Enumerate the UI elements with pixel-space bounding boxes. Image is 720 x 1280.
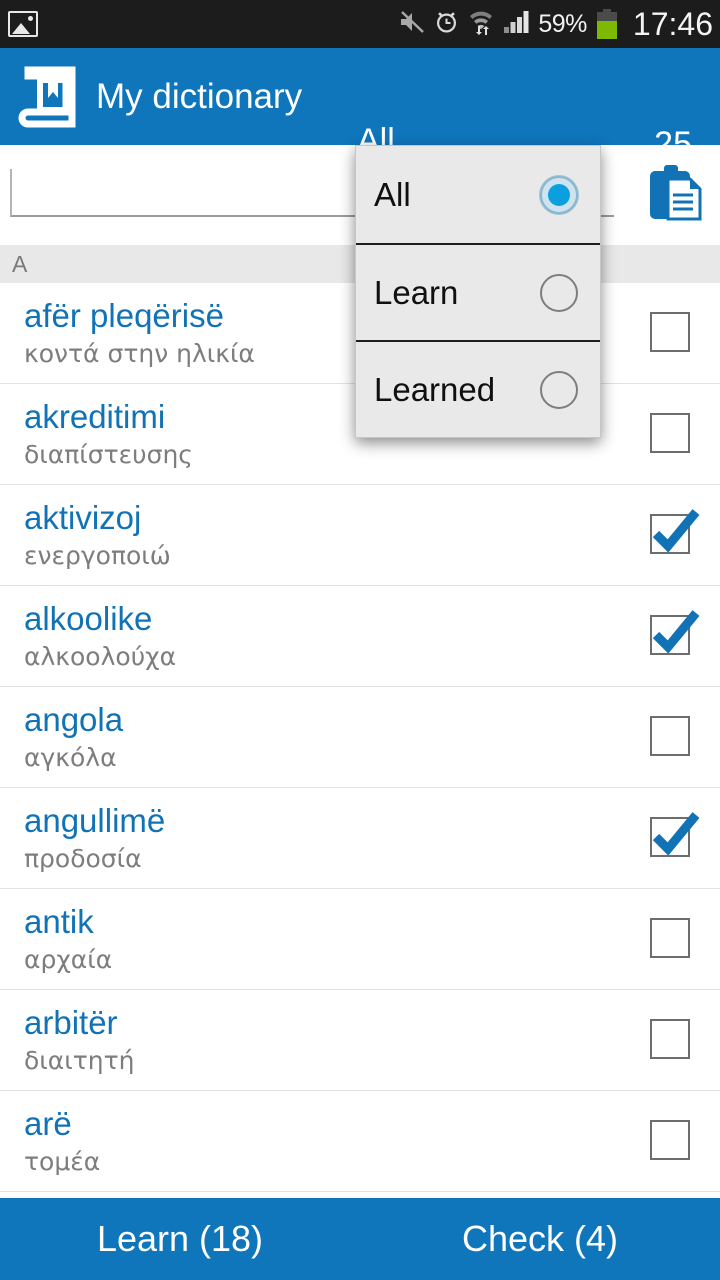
word-checkbox[interactable] [650, 716, 692, 758]
word-entry-texts: antik αρχαία [0, 902, 600, 976]
word-translation: τομέα [24, 1147, 101, 1176]
filter-option-label: All [374, 175, 411, 213]
mute-icon [399, 10, 425, 39]
list-item[interactable]: alkoolike αλκοολούχα [0, 586, 720, 687]
list-item[interactable]: antik αρχαία [0, 889, 720, 990]
radio-button-icon[interactable] [540, 273, 578, 312]
list-item[interactable]: angola αγκόλα [0, 687, 720, 788]
word-term: aktivizoj [24, 499, 142, 536]
battery-icon [596, 9, 617, 39]
checkmark-icon [648, 809, 702, 859]
filter-option-learned[interactable]: Learned [356, 340, 600, 437]
filter-option-all[interactable]: All [356, 146, 600, 243]
filter-option-label: Learn [374, 273, 459, 311]
word-entry-texts: aktivizoj ενεργοποιώ [0, 498, 600, 572]
checkmark-icon [648, 607, 702, 657]
filter-option-label: Learned [374, 370, 496, 408]
filter-option-learn[interactable]: Learn [356, 243, 600, 340]
bottom-bar: Learn (18) Check (4) [0, 1198, 720, 1280]
word-checkbox[interactable] [650, 413, 692, 455]
list-item[interactable]: arë τομέα [0, 1091, 720, 1192]
status-bar-right: 59% 17:46 [399, 6, 720, 43]
word-checkbox[interactable] [650, 312, 692, 354]
learn-button[interactable]: Learn (18) [0, 1218, 360, 1260]
action-bar: My dictionary All 25 [0, 48, 720, 180]
word-checkbox[interactable] [650, 610, 700, 657]
word-checkbox[interactable] [650, 1120, 692, 1162]
list-item[interactable]: arbitër διαιτητή [0, 990, 720, 1091]
word-entry-texts: arbitër διαιτητή [0, 1003, 600, 1077]
filter-dropdown-menu[interactable]: All Learn Learned [355, 145, 601, 438]
page-title: My dictionary [96, 76, 303, 116]
word-term: angola [24, 701, 124, 738]
word-term: angullimë [24, 802, 166, 839]
section-header-letter: A [12, 250, 28, 277]
check-button[interactable]: Check (4) [360, 1218, 720, 1260]
word-checkbox[interactable] [650, 918, 692, 960]
signal-bars-icon [503, 10, 529, 39]
word-term: arë [24, 1105, 72, 1142]
word-checkbox[interactable] [650, 509, 700, 556]
word-translation: διαπίστευσης [24, 440, 193, 469]
radio-button-icon[interactable] [540, 370, 578, 409]
checkmark-icon [648, 506, 702, 556]
list-item[interactable]: aktivizoj ενεργοποιώ [0, 485, 720, 586]
word-translation: αρχαία [24, 945, 113, 974]
status-bar-clock: 17:46 [632, 5, 713, 42]
word-checkbox[interactable] [650, 1019, 692, 1061]
word-term: antik [24, 903, 94, 940]
word-entry-texts: angullimë προδοσία [0, 801, 600, 875]
battery-percent-label: 59% [538, 9, 587, 38]
word-translation: ενεργοποιώ [24, 541, 171, 570]
word-term: arbitër [24, 1004, 118, 1041]
radio-button-icon[interactable] [540, 175, 578, 214]
gallery-icon [8, 11, 38, 37]
app-root: 59% 17:46 My dictionary All 25 A afër pl… [0, 0, 720, 1280]
clipboard-icon[interactable] [642, 161, 706, 223]
dictionary-book-icon [18, 62, 80, 132]
alarm-clock-icon [434, 9, 459, 39]
status-bar-left [0, 11, 38, 37]
word-checkbox[interactable] [650, 812, 700, 859]
word-entry-texts: angola αγκόλα [0, 700, 600, 774]
word-translation: προδοσία [24, 844, 142, 873]
word-translation: αλκοολούχα [24, 642, 177, 671]
word-translation: διαιτητή [24, 1046, 135, 1075]
word-term: alkoolike [24, 600, 153, 637]
wifi-transfer-icon [468, 9, 494, 40]
word-entry-texts: arë τομέα [0, 1104, 600, 1178]
list-item[interactable]: angullimë προδοσία [0, 788, 720, 889]
word-translation: αγκόλα [24, 743, 117, 772]
word-entry-texts: alkoolike αλκοολούχα [0, 599, 600, 673]
status-bar: 59% 17:46 [0, 0, 720, 48]
